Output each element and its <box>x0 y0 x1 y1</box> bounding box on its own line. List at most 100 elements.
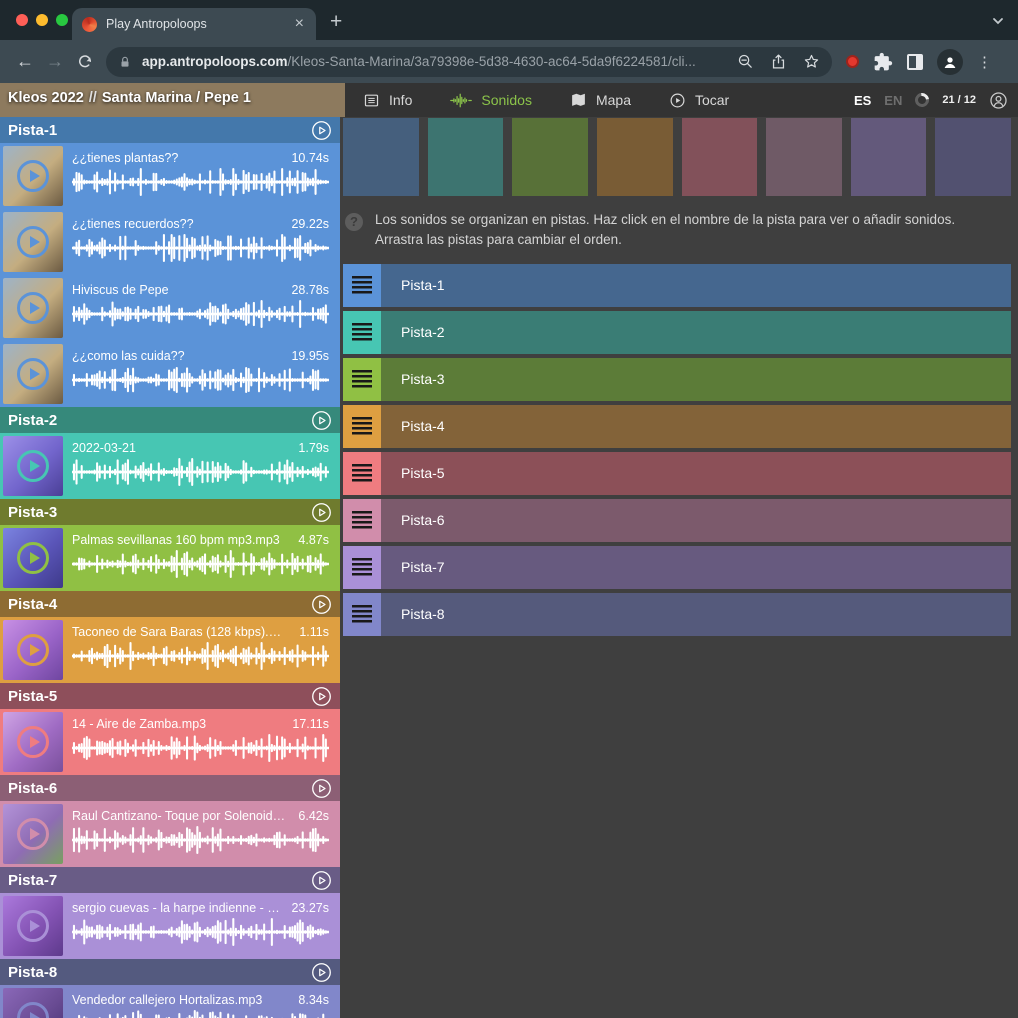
lang-es-button[interactable]: ES <box>854 93 871 108</box>
track-color-swatch[interactable] <box>851 118 927 196</box>
play-track-icon[interactable] <box>311 962 332 983</box>
drag-handle[interactable] <box>343 499 381 542</box>
drag-handle[interactable] <box>343 311 381 354</box>
drag-handle[interactable] <box>343 546 381 589</box>
drag-handle[interactable] <box>343 452 381 495</box>
sidebar-track-header[interactable]: Pista-2 <box>0 407 340 433</box>
forward-button[interactable]: → <box>40 51 70 72</box>
play-track-icon[interactable] <box>311 594 332 615</box>
clip-play-icon[interactable] <box>17 160 49 192</box>
track-row[interactable]: Pista-7 <box>343 546 1011 589</box>
play-track-icon[interactable] <box>311 686 332 707</box>
audio-clip[interactable]: Vendedor callejero Hortalizas.mp3 8.34s <box>0 985 340 1018</box>
tab-search-chevron-icon[interactable] <box>990 13 1006 29</box>
tab-sonidos[interactable]: Sonidos <box>450 92 532 109</box>
audio-clip[interactable]: ¿¿como las cuida?? 19.95s <box>0 341 340 407</box>
clip-thumbnail[interactable] <box>3 620 63 680</box>
clip-play-icon[interactable] <box>17 358 49 390</box>
play-track-icon[interactable] <box>311 410 332 431</box>
clip-thumbnail[interactable] <box>3 436 63 496</box>
browser-menu-icon[interactable]: ⋮ <box>977 53 992 71</box>
browser-tab[interactable]: Play Antropoloops × <box>72 8 316 40</box>
clip-thumbnail[interactable] <box>3 528 63 588</box>
audio-clip[interactable]: ¿¿tienes recuerdos?? 29.22s <box>0 209 340 275</box>
track-row[interactable]: Pista-3 <box>343 358 1011 401</box>
sidebar-track-header[interactable]: Pista-6 <box>0 775 340 801</box>
track-row[interactable]: Pista-5 <box>343 452 1011 495</box>
clip-play-icon[interactable] <box>17 226 49 258</box>
track-row[interactable]: Pista-4 <box>343 405 1011 448</box>
clip-play-icon[interactable] <box>17 542 49 574</box>
bookmark-star-icon[interactable] <box>803 53 820 70</box>
track-color-swatch[interactable] <box>343 118 419 196</box>
close-window-button[interactable] <box>16 14 28 26</box>
drag-handle[interactable] <box>343 593 381 636</box>
clip-play-icon[interactable] <box>17 818 49 850</box>
clip-play-icon[interactable] <box>17 450 49 482</box>
sidebar-track-header[interactable]: Pista-4 <box>0 591 340 617</box>
drag-handle[interactable] <box>343 264 381 307</box>
track-color-swatch[interactable] <box>682 118 758 196</box>
project-map-thumbnail[interactable]: Kleos 2022//Santa Marina / Pepe 1 <box>0 83 345 117</box>
record-indicator-icon[interactable] <box>846 55 859 68</box>
track-row-bar[interactable]: Pista-1 <box>381 264 1011 307</box>
clip-thumbnail[interactable] <box>3 278 63 338</box>
breadcrumb-project[interactable]: Kleos 2022 <box>8 90 84 106</box>
track-color-swatch[interactable] <box>428 118 504 196</box>
track-row[interactable]: Pista-2 <box>343 311 1011 354</box>
profile-avatar[interactable] <box>937 49 963 75</box>
drag-handle[interactable] <box>343 358 381 401</box>
lang-en-button[interactable]: EN <box>884 93 902 108</box>
tab-mapa[interactable]: Mapa <box>570 92 631 109</box>
track-row-bar[interactable]: Pista-7 <box>381 546 1011 589</box>
sidebar-track-header[interactable]: Pista-7 <box>0 867 340 893</box>
track-row-bar[interactable]: Pista-2 <box>381 311 1011 354</box>
audio-clip[interactable]: Hiviscus de Pepe 28.78s <box>0 275 340 341</box>
track-color-swatch[interactable] <box>766 118 842 196</box>
zoom-window-button[interactable] <box>56 14 68 26</box>
clip-thumbnail[interactable] <box>3 146 63 206</box>
sidebar-track-header[interactable]: Pista-8 <box>0 959 340 985</box>
side-panel-icon[interactable] <box>907 54 923 70</box>
minimize-window-button[interactable] <box>36 14 48 26</box>
track-row[interactable]: Pista-8 <box>343 593 1011 636</box>
play-track-icon[interactable] <box>311 502 332 523</box>
clip-thumbnail[interactable] <box>3 804 63 864</box>
audio-clip[interactable]: Raul Cantizano- Toque por Solenoide.mp3 … <box>0 801 340 867</box>
tracks-sidebar[interactable]: Pista-1 ¿¿tienes plantas?? 10.74s ¿¿tien… <box>0 117 340 1018</box>
zoom-out-icon[interactable] <box>737 53 754 70</box>
sidebar-track-header[interactable]: Pista-1 <box>0 117 340 143</box>
track-row-bar[interactable]: Pista-6 <box>381 499 1011 542</box>
share-icon[interactable] <box>770 53 787 70</box>
audio-clip[interactable]: 14 - Aire de Zamba.mp3 17.11s <box>0 709 340 775</box>
clip-play-icon[interactable] <box>17 1002 49 1018</box>
clip-thumbnail[interactable] <box>3 988 63 1018</box>
new-tab-button[interactable]: + <box>330 11 342 32</box>
clip-thumbnail[interactable] <box>3 212 63 272</box>
track-row-bar[interactable]: Pista-3 <box>381 358 1011 401</box>
clip-thumbnail[interactable] <box>3 344 63 404</box>
clip-thumbnail[interactable] <box>3 896 63 956</box>
clip-play-icon[interactable] <box>17 634 49 666</box>
track-color-swatch[interactable] <box>512 118 588 196</box>
url-bar[interactable]: app.antropoloops.com/Kleos-Santa-Marina/… <box>106 47 832 77</box>
extensions-puzzle-icon[interactable] <box>873 52 893 72</box>
track-row-bar[interactable]: Pista-4 <box>381 405 1011 448</box>
clip-play-icon[interactable] <box>17 910 49 942</box>
audio-clip[interactable]: ¿¿tienes plantas?? 10.74s <box>0 143 340 209</box>
audio-clip[interactable]: Palmas sevillanas 160 bpm mp3.mp3 4.87s <box>0 525 340 591</box>
track-row[interactable]: Pista-6 <box>343 499 1011 542</box>
track-row-bar[interactable]: Pista-5 <box>381 452 1011 495</box>
audio-clip[interactable]: sergio cuevas - la harpe indienne - 03 -… <box>0 893 340 959</box>
play-track-icon[interactable] <box>311 870 332 891</box>
audio-clip[interactable]: 2022-03-21 1.79s <box>0 433 340 499</box>
clip-play-icon[interactable] <box>17 292 49 324</box>
close-tab-icon[interactable]: × <box>293 16 306 32</box>
track-color-swatch[interactable] <box>597 118 673 196</box>
track-row[interactable]: Pista-1 <box>343 264 1011 307</box>
track-color-swatch[interactable] <box>935 118 1011 196</box>
drag-handle[interactable] <box>343 405 381 448</box>
play-track-icon[interactable] <box>311 120 332 141</box>
clip-play-icon[interactable] <box>17 726 49 758</box>
reload-button[interactable] <box>70 53 100 71</box>
